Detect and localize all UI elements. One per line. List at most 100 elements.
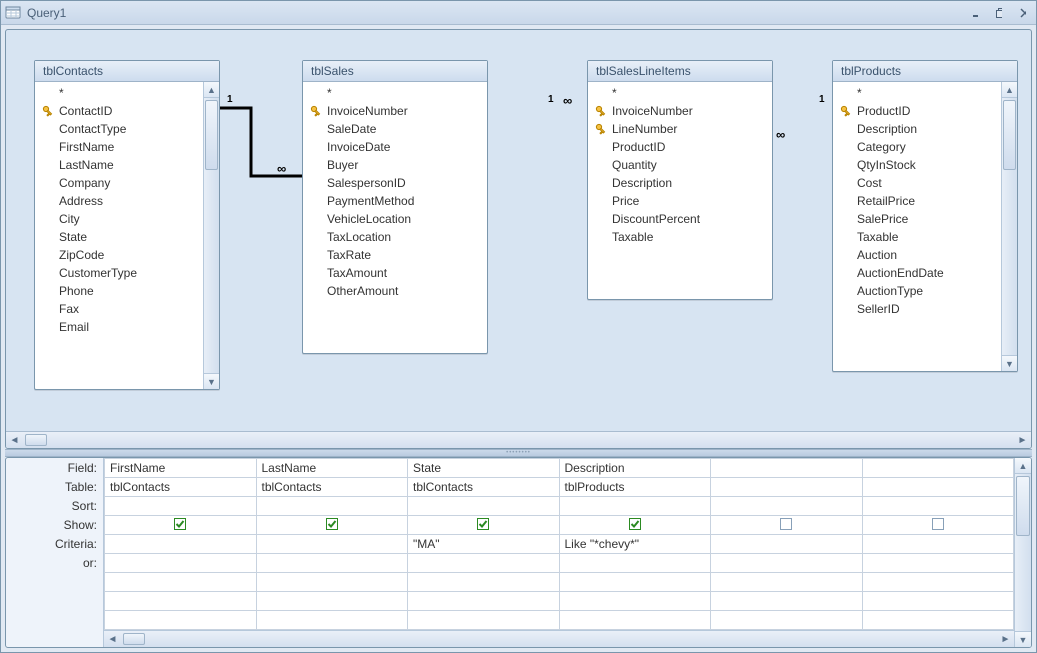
- field-item[interactable]: State: [35, 228, 203, 246]
- field-item[interactable]: VehicleLocation: [303, 210, 487, 228]
- field-item[interactable]: Taxable: [588, 228, 772, 246]
- field-item[interactable]: PaymentMethod: [303, 192, 487, 210]
- checkbox-icon[interactable]: [629, 518, 641, 530]
- design-grid[interactable]: FirstNameLastNameStateDescriptiontblCont…: [104, 458, 1014, 630]
- field-item[interactable]: SellerID: [833, 300, 1001, 318]
- scroll-down-icon[interactable]: ▼: [1015, 631, 1031, 647]
- field-item[interactable]: DiscountPercent: [588, 210, 772, 228]
- field-item[interactable]: InvoiceNumber: [303, 102, 487, 120]
- table-window[interactable]: tblContacts*ContactIDContactTypeFirstNam…: [34, 60, 220, 390]
- field-item[interactable]: Phone: [35, 282, 203, 300]
- scroll-right-icon[interactable]: ►: [1014, 432, 1031, 449]
- grid-cell[interactable]: Like "*chevy*": [559, 535, 711, 554]
- field-item[interactable]: *: [303, 84, 487, 102]
- grid-cell[interactable]: [711, 611, 863, 630]
- close-button[interactable]: [1014, 5, 1032, 21]
- grid-cell[interactable]: [711, 497, 863, 516]
- show-checkbox-cell[interactable]: [105, 516, 257, 535]
- grid-cell[interactable]: [105, 497, 257, 516]
- grid-cell[interactable]: [862, 611, 1014, 630]
- field-item[interactable]: *: [35, 84, 203, 102]
- grid-cell[interactable]: [408, 592, 560, 611]
- grid-cell[interactable]: FirstName: [105, 459, 257, 478]
- grid-cell[interactable]: [862, 478, 1014, 497]
- grid-cell[interactable]: [408, 554, 560, 573]
- grid-cell[interactable]: [711, 554, 863, 573]
- field-item[interactable]: InvoiceDate: [303, 138, 487, 156]
- grid-cell[interactable]: [559, 611, 711, 630]
- grid-cell[interactable]: LastName: [256, 459, 408, 478]
- grid-cell[interactable]: [559, 554, 711, 573]
- scroll-up-icon[interactable]: ▲: [1002, 82, 1017, 98]
- field-item[interactable]: ContactType: [35, 120, 203, 138]
- grid-cell[interactable]: [105, 611, 257, 630]
- grid-cell[interactable]: [105, 535, 257, 554]
- relationship-hscroll[interactable]: ◄ ►: [6, 431, 1031, 448]
- table-title[interactable]: tblProducts: [833, 61, 1017, 82]
- field-item[interactable]: SalePrice: [833, 210, 1001, 228]
- grid-cell[interactable]: [408, 497, 560, 516]
- field-item[interactable]: *: [833, 84, 1001, 102]
- show-checkbox-cell[interactable]: [711, 516, 863, 535]
- checkbox-icon[interactable]: [174, 518, 186, 530]
- field-item[interactable]: Taxable: [833, 228, 1001, 246]
- titlebar[interactable]: Query1: [1, 1, 1036, 25]
- field-item[interactable]: TaxLocation: [303, 228, 487, 246]
- grid-cell[interactable]: tblContacts: [105, 478, 257, 497]
- grid-cell[interactable]: "MA": [408, 535, 560, 554]
- grid-cell[interactable]: [559, 497, 711, 516]
- field-item[interactable]: ContactID: [35, 102, 203, 120]
- grid-cell[interactable]: tblContacts: [408, 478, 560, 497]
- grid-cell[interactable]: [862, 459, 1014, 478]
- field-item[interactable]: LineNumber: [588, 120, 772, 138]
- grid-cell[interactable]: [408, 611, 560, 630]
- grid-cell[interactable]: [256, 554, 408, 573]
- scroll-down-icon[interactable]: ▼: [204, 373, 219, 389]
- field-item[interactable]: Cost: [833, 174, 1001, 192]
- checkbox-icon[interactable]: [932, 518, 944, 530]
- grid-cell[interactable]: Description: [559, 459, 711, 478]
- show-checkbox-cell[interactable]: [408, 516, 560, 535]
- field-item[interactable]: CustomerType: [35, 264, 203, 282]
- checkbox-icon[interactable]: [780, 518, 792, 530]
- grid-cell[interactable]: [711, 478, 863, 497]
- field-list[interactable]: *InvoiceNumberSaleDateInvoiceDateBuyerSa…: [303, 82, 487, 353]
- scroll-up-icon[interactable]: ▲: [1015, 458, 1031, 474]
- show-checkbox-cell[interactable]: [559, 516, 711, 535]
- grid-cell[interactable]: [711, 573, 863, 592]
- grid-cell[interactable]: [862, 535, 1014, 554]
- field-item[interactable]: ZipCode: [35, 246, 203, 264]
- field-item[interactable]: City: [35, 210, 203, 228]
- field-item[interactable]: Auction: [833, 246, 1001, 264]
- field-item[interactable]: Price: [588, 192, 772, 210]
- grid-cell[interactable]: [711, 535, 863, 554]
- field-item[interactable]: AuctionType: [833, 282, 1001, 300]
- grid-cell[interactable]: [862, 554, 1014, 573]
- field-item[interactable]: AuctionEndDate: [833, 264, 1001, 282]
- scroll-down-icon[interactable]: ▼: [1002, 355, 1017, 371]
- scroll-up-icon[interactable]: ▲: [204, 82, 219, 98]
- pane-splitter[interactable]: ••••••••: [5, 449, 1032, 457]
- grid-cell[interactable]: [256, 592, 408, 611]
- table-vscroll[interactable]: ▲▼: [203, 82, 219, 389]
- field-item[interactable]: OtherAmount: [303, 282, 487, 300]
- checkbox-icon[interactable]: [326, 518, 338, 530]
- scroll-left-icon[interactable]: ◄: [6, 432, 23, 449]
- grid-cell[interactable]: [105, 554, 257, 573]
- restore-button[interactable]: [990, 5, 1008, 21]
- field-item[interactable]: Email: [35, 318, 203, 336]
- field-item[interactable]: FirstName: [35, 138, 203, 156]
- scroll-right-icon[interactable]: ►: [997, 631, 1014, 648]
- grid-vscroll[interactable]: ▲ ▼: [1014, 458, 1031, 647]
- field-item[interactable]: TaxRate: [303, 246, 487, 264]
- table-title[interactable]: tblSales: [303, 61, 487, 82]
- grid-cell[interactable]: [559, 592, 711, 611]
- grid-cell[interactable]: tblProducts: [559, 478, 711, 497]
- relationship-pane[interactable]: 1 ∞ 1 ∞ ∞ 1 ◄ ► tblContacts*ContactIDCon…: [5, 29, 1032, 449]
- grid-cell[interactable]: State: [408, 459, 560, 478]
- grid-cell[interactable]: [256, 497, 408, 516]
- table-window[interactable]: tblSales*InvoiceNumberSaleDateInvoiceDat…: [302, 60, 488, 354]
- grid-hscroll[interactable]: ◄ ►: [104, 630, 1014, 647]
- grid-cell[interactable]: [862, 592, 1014, 611]
- field-item[interactable]: InvoiceNumber: [588, 102, 772, 120]
